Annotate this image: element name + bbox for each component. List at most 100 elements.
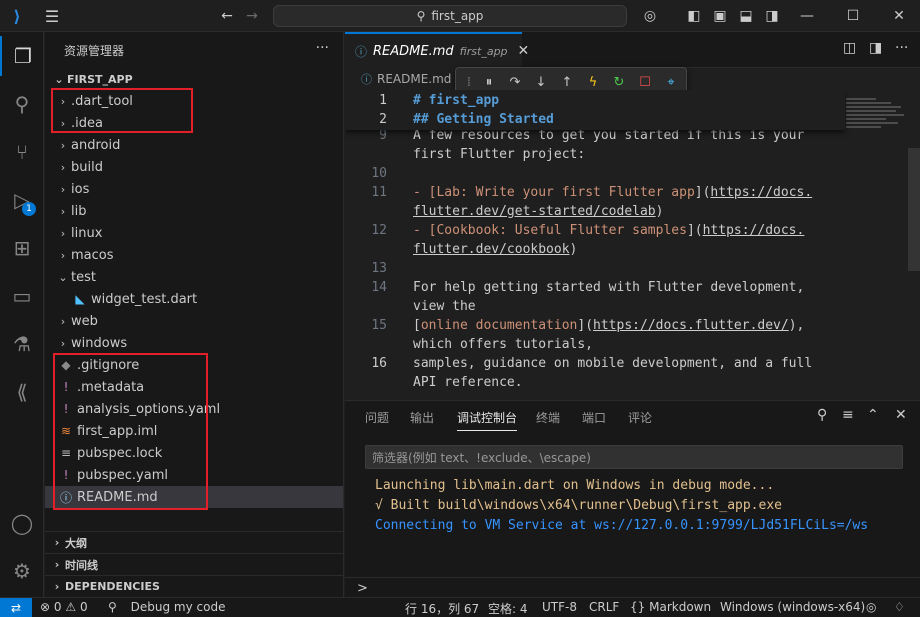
- debug-status[interactable]: ⚲ Debug my code: [108, 600, 225, 614]
- tree-item-label: linux: [71, 225, 103, 241]
- tree-item[interactable]: › .idea: [45, 112, 343, 134]
- explorer-icon[interactable]: ❐: [0, 36, 44, 76]
- workspace-root[interactable]: ⌄ FIRST_APP: [45, 68, 343, 90]
- panel-tab[interactable]: 问题: [365, 409, 389, 426]
- more-actions-icon[interactable]: ···: [316, 40, 329, 56]
- clear-console-icon[interactable]: ≡: [842, 407, 854, 423]
- notifications-icon[interactable]: ♢: [894, 600, 905, 614]
- back-icon[interactable]: ←: [217, 6, 237, 26]
- tree-item[interactable]: ! pubspec.yaml: [45, 464, 343, 486]
- timeline-section[interactable]: › 时间线: [45, 553, 344, 575]
- maximize-icon[interactable]: ☐: [843, 6, 863, 26]
- extensions-icon[interactable]: ⊞: [0, 228, 44, 268]
- code-editor[interactable]: 1 # first_app 2 ## Getting Started 9A fe…: [345, 90, 920, 393]
- maximize-panel-icon[interactable]: ⌃: [867, 407, 879, 423]
- split-editor-icon[interactable]: ◨: [869, 40, 882, 56]
- tree-item[interactable]: ⌄ test: [45, 266, 343, 288]
- text-span: https://docs.: [702, 223, 805, 238]
- tree-item[interactable]: › windows: [45, 332, 343, 354]
- dependencies-label: DEPENDENCIES: [65, 580, 160, 593]
- flutter-icon[interactable]: ⟪: [0, 372, 44, 412]
- breadcrumb-file[interactable]: README.md: [377, 72, 451, 86]
- chevron-right-icon: ›: [54, 536, 60, 549]
- tree-item-label: ios: [71, 181, 90, 197]
- dependencies-section[interactable]: › DEPENDENCIES: [45, 575, 344, 597]
- tree-item[interactable]: › android: [45, 134, 343, 156]
- close-tab-icon[interactable]: ✕: [518, 43, 530, 59]
- panel-tab[interactable]: 终端: [536, 409, 560, 426]
- minimap[interactable]: [846, 98, 906, 138]
- run-debug-icon[interactable]: ▷ 1: [0, 180, 44, 220]
- more-actions-icon[interactable]: ···: [895, 40, 908, 56]
- language-label: Markdown: [649, 600, 712, 614]
- console-filter-input[interactable]: 筛选器(例如 text、!exclude、\escape): [365, 445, 903, 469]
- text-span: - [: [413, 223, 437, 238]
- settings-gear-icon[interactable]: ⚙: [0, 551, 44, 591]
- tree-item-label: .gitignore: [77, 357, 140, 373]
- menu-icon[interactable]: ☰: [42, 6, 62, 26]
- remote-explorer-icon[interactable]: ▭: [0, 276, 44, 316]
- tree-item[interactable]: ≡ pubspec.lock: [45, 442, 343, 464]
- source-control-icon[interactable]: ⑂: [0, 132, 44, 172]
- braces-icon: {}: [630, 600, 646, 614]
- tree-item[interactable]: ! .metadata: [45, 376, 343, 398]
- tree-item[interactable]: ! analysis_options.yaml: [45, 398, 343, 420]
- tree-item[interactable]: ⓘ README.md: [45, 486, 343, 508]
- tree-item[interactable]: › ios: [45, 178, 343, 200]
- editor-scrollbar[interactable]: [908, 148, 920, 271]
- remote-indicator-icon[interactable]: ⇄: [0, 598, 32, 617]
- text-span: ](: [694, 185, 711, 200]
- warning-icon: ⚠: [65, 600, 77, 614]
- forward-icon[interactable]: →: [242, 6, 262, 26]
- panel-tab[interactable]: 输出: [410, 409, 434, 426]
- device-selector[interactable]: Windows (windows-x64): [720, 600, 865, 614]
- minimap-line: [846, 102, 891, 104]
- tree-item[interactable]: › .dart_tool: [45, 90, 343, 112]
- testing-icon[interactable]: ⚗: [0, 324, 44, 364]
- tree-item[interactable]: ≋ first_app.iml: [45, 420, 343, 442]
- tree-item[interactable]: ◆ .gitignore: [45, 354, 343, 376]
- tree-item[interactable]: › macos: [45, 244, 343, 266]
- repl-input[interactable]: >: [345, 577, 920, 598]
- text-span: [: [413, 318, 421, 333]
- toggle-sidebar-icon[interactable]: ◧: [684, 6, 704, 26]
- command-center-search[interactable]: ⚲ first_app: [273, 5, 627, 27]
- tab-readme[interactable]: ⓘ README.md first_app ✕: [345, 32, 529, 68]
- tree-item[interactable]: › lib: [45, 200, 343, 222]
- copilot-icon[interactable]: ◎: [640, 6, 660, 26]
- accounts-icon[interactable]: ◯: [0, 503, 44, 543]
- tree-item-label: .dart_tool: [71, 93, 133, 109]
- outline-section[interactable]: › 大纲: [45, 531, 344, 553]
- explorer-header: 资源管理器 ···: [45, 32, 343, 68]
- panel-tab[interactable]: 端口: [582, 409, 606, 426]
- toggle-secondary-sidebar-icon[interactable]: ◨: [762, 6, 782, 26]
- encoding[interactable]: UTF-8: [542, 600, 577, 614]
- line-text: which offers tutorials,: [413, 335, 593, 354]
- tree-item[interactable]: ◣ widget_test.dart: [45, 288, 343, 310]
- line-text: [online documentation](https://docs.flut…: [413, 316, 804, 335]
- editor-tabs: ⓘ README.md first_app ✕ ◫ ◨ ···: [345, 32, 920, 68]
- line-ending[interactable]: CRLF: [589, 600, 619, 614]
- search-activity-icon[interactable]: ⚲: [0, 84, 44, 124]
- panel-tab[interactable]: 评论: [628, 409, 652, 426]
- activity-bar: ❐ ⚲ ⑂ ▷ 1 ⊞ ▭ ⚗ ⟪ ◯ ⚙: [0, 32, 44, 597]
- filter-placeholder: 筛选器(例如 text、!exclude、\escape): [372, 450, 591, 465]
- close-window-icon[interactable]: ✕: [889, 6, 909, 26]
- search-icon[interactable]: ⚲: [817, 407, 827, 423]
- close-panel-icon[interactable]: ✕: [895, 407, 907, 423]
- tree-item[interactable]: › web: [45, 310, 343, 332]
- language-mode[interactable]: {} Markdown: [630, 600, 711, 614]
- panel-tab[interactable]: 调试控制台: [457, 409, 518, 431]
- open-preview-icon[interactable]: ◫: [843, 40, 856, 56]
- toggle-sidebar-active-icon[interactable]: ▣: [710, 6, 730, 26]
- sticky-scroll: 1 # first_app 2 ## Getting Started: [345, 90, 845, 130]
- line-text: - [Lab: Write your first Flutter app](ht…: [413, 183, 812, 202]
- indentation[interactable]: 空格: 4: [488, 600, 528, 617]
- problems-status[interactable]: ⊗ 0 ⚠ 0: [40, 600, 88, 614]
- minimize-icon[interactable]: —: [797, 6, 817, 26]
- tree-item[interactable]: › build: [45, 156, 343, 178]
- cursor-position[interactable]: 行 16，列 67: [405, 600, 479, 617]
- toggle-panel-icon[interactable]: ⬓: [736, 6, 756, 26]
- tree-item[interactable]: › linux: [45, 222, 343, 244]
- copilot-status-icon[interactable]: ◎: [866, 600, 876, 614]
